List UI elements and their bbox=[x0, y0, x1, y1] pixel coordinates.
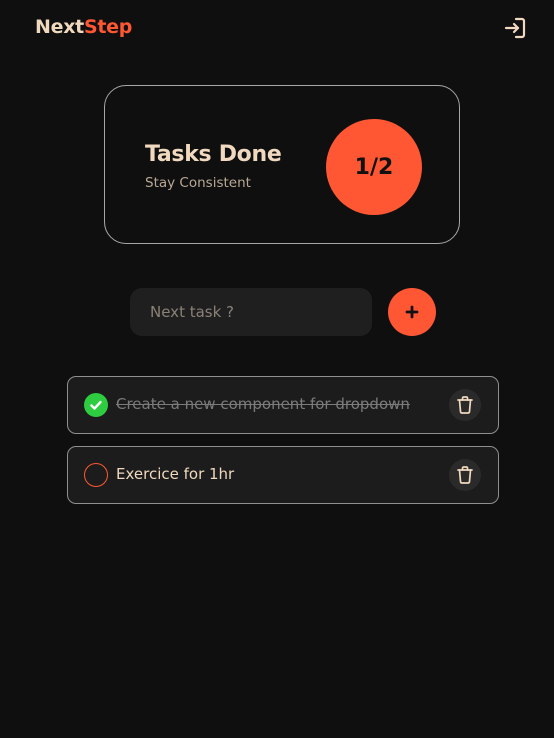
trash-icon bbox=[457, 396, 473, 414]
task-text: Exercice for 1hr bbox=[116, 465, 235, 483]
add-task-button[interactable] bbox=[388, 288, 436, 336]
task-checkbox-unchecked[interactable] bbox=[84, 463, 108, 487]
task-item: Create a new component for dropdown bbox=[67, 376, 499, 434]
brand-name-second: Step bbox=[83, 16, 132, 38]
task-item: Exercice for 1hr bbox=[67, 446, 499, 504]
trash-icon bbox=[457, 466, 473, 484]
app-root: NextStep Tasks Done Stay Consistent 1/2 … bbox=[0, 0, 554, 738]
checkmark-icon bbox=[90, 400, 102, 410]
progress-card: Tasks Done Stay Consistent 1/2 bbox=[104, 85, 460, 244]
delete-task-button[interactable] bbox=[449, 389, 481, 421]
brand-logo: NextStep bbox=[35, 16, 132, 38]
logout-icon bbox=[504, 17, 526, 39]
new-task-input[interactable] bbox=[130, 288, 372, 336]
plus-icon bbox=[405, 305, 419, 319]
progress-counter: 1/2 bbox=[326, 119, 422, 215]
task-checkbox-checked[interactable] bbox=[84, 393, 108, 417]
delete-task-button[interactable] bbox=[449, 459, 481, 491]
task-text: Create a new component for dropdown bbox=[116, 395, 410, 413]
progress-subtitle: Stay Consistent bbox=[145, 175, 251, 191]
progress-title: Tasks Done bbox=[145, 142, 282, 167]
logout-button[interactable] bbox=[503, 15, 529, 41]
brand-name-first: Next bbox=[35, 16, 84, 38]
